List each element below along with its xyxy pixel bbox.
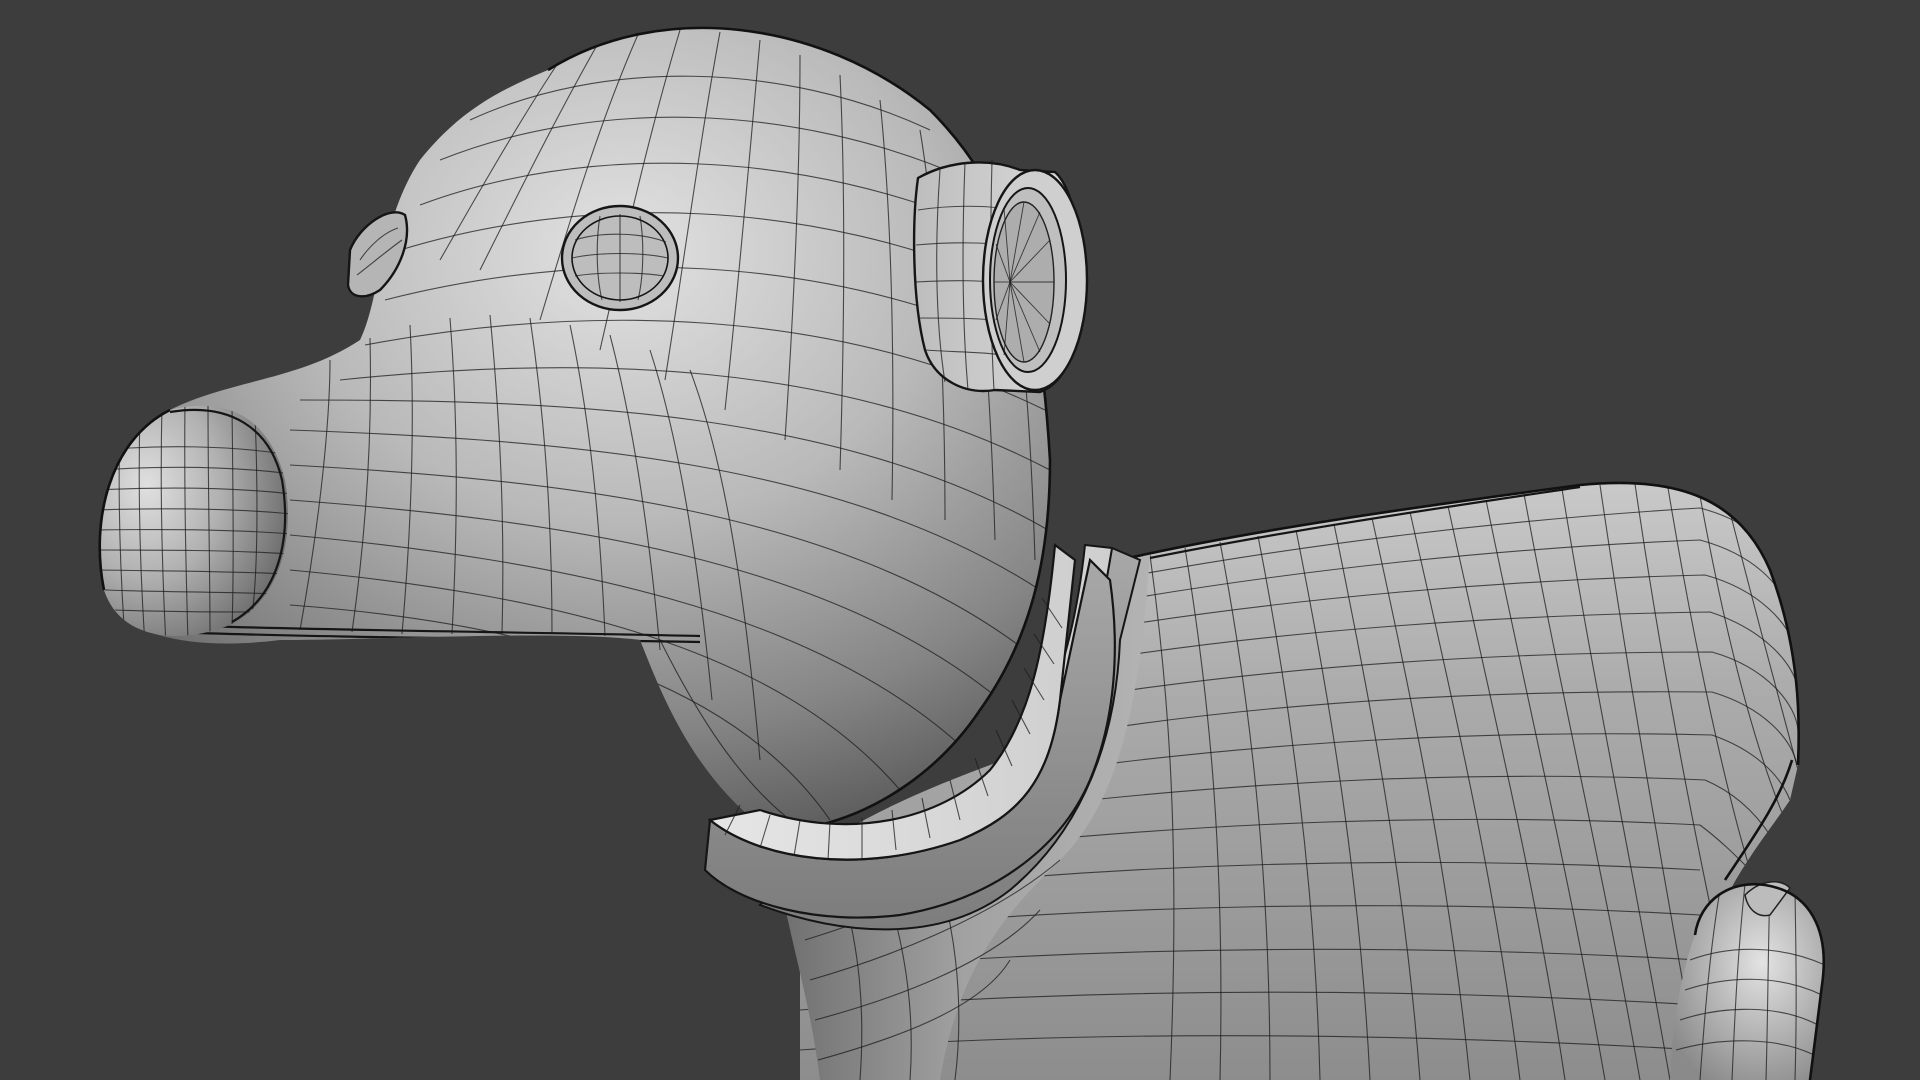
3d-viewport[interactable] [0, 0, 1920, 1080]
viewport-canvas[interactable] [0, 0, 1920, 1080]
dog-ear[interactable] [912, 159, 1089, 394]
dog-eye-right[interactable] [560, 204, 680, 312]
